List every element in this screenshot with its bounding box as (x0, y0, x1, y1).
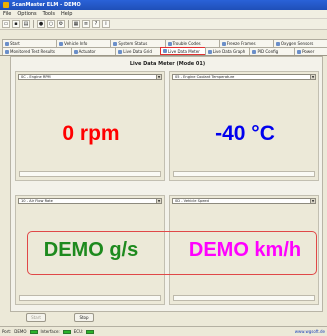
tab-row-2: Monitored Test Results Actuator Live Dat… (0, 47, 327, 56)
graph-icon (207, 49, 212, 54)
menu-bar: File Options Tools Help (0, 10, 327, 19)
open-icon[interactable]: ▭ (2, 20, 10, 28)
pid-select[interactable]: 05 - Engine Coolant Temperature ▼ (172, 74, 316, 80)
menu-file[interactable]: File (3, 11, 11, 17)
tab-pid-config[interactable]: PID Config (249, 47, 296, 55)
app-icon (3, 2, 9, 8)
tab-label: Power (302, 49, 315, 54)
tab-live-data-grid[interactable]: Live Data Grid (115, 47, 161, 55)
chevron-down-icon[interactable]: ▼ (156, 199, 161, 203)
stop-button[interactable]: Stop (74, 313, 94, 322)
settings-icon[interactable]: ⚙ (57, 20, 65, 28)
port-value: DEMO (14, 329, 27, 334)
toolbar: ▭ ▪ ▤ ● ○ ⚙ ▦ ≡ ? i (0, 19, 327, 30)
tab-label: Actuator (78, 49, 96, 54)
pid-icon (252, 49, 257, 54)
tab-label: Live Data Graph (212, 49, 246, 54)
menu-help[interactable]: Help (61, 11, 72, 17)
tab-label: Live Data Grid (123, 49, 152, 54)
info-icon[interactable]: i (102, 20, 110, 28)
tab-label: Oxygen Sensors (280, 41, 314, 46)
tab-vehicle-info[interactable]: Vehicle Info (56, 39, 112, 47)
tab-live-data-graph[interactable]: Live Data Graph (204, 47, 251, 55)
pid-select-value: 0C - Engine RPM (21, 75, 51, 79)
meter-coolant-temp: 05 - Engine Coolant Temperature ▼ -40 °C (169, 71, 319, 181)
save-icon[interactable]: ▪ (12, 20, 20, 28)
connect-icon[interactable]: ● (37, 20, 45, 28)
pid-select-value: 0D - Vehicle Speed (175, 199, 209, 203)
log-icon[interactable]: ≡ (82, 20, 90, 28)
tab-label: System Status (118, 41, 148, 46)
pid-select[interactable]: 0C - Engine RPM ▼ (18, 74, 162, 80)
toolbar-separator (68, 20, 69, 28)
pid-select[interactable]: 0D - Vehicle Speed ▼ (172, 198, 316, 204)
chevron-down-icon[interactable]: ▼ (310, 199, 315, 203)
meter-value: -40 °C (215, 122, 275, 145)
pid-select-value: 10 - Air Flow Rate (21, 199, 53, 203)
interface-label: Interface: (40, 329, 60, 334)
tab-oxygen-sensors[interactable]: Oxygen Sensors (272, 39, 327, 47)
tab-trouble-codes[interactable]: Trouble Codes (164, 39, 220, 47)
print-icon[interactable]: ▤ (22, 20, 30, 28)
oxygen-icon (275, 41, 280, 46)
title-bar: ScanMaster ELM - DEMO (0, 0, 327, 10)
window-title: ScanMaster ELM - DEMO (12, 2, 81, 8)
tab-live-data-meter[interactable]: Live Data Meter (160, 47, 206, 55)
tab-freeze-frames[interactable]: Freeze Frames (218, 39, 274, 47)
tab-label: Freeze Frames (226, 41, 256, 46)
meter-icon (163, 49, 167, 53)
meter-bar (19, 295, 161, 301)
status-bar: Port: DEMO Interface: ECU: www.wgsoft.de (0, 326, 327, 336)
chart-icon[interactable]: ▦ (72, 20, 80, 28)
interface-led (62, 329, 71, 334)
dtc-icon (167, 41, 172, 46)
port-led (29, 329, 38, 334)
tab-label: Start (10, 41, 20, 46)
meter-bar (173, 171, 315, 177)
grid-icon (118, 49, 123, 54)
disconnect-icon[interactable]: ○ (47, 20, 55, 28)
port-label: Port: (2, 329, 12, 334)
website-link[interactable]: www.wgsoft.de (295, 329, 325, 334)
panel-title: Live Data Meter (Mode 01) (129, 61, 206, 67)
start-button[interactable]: Start (26, 313, 46, 322)
menu-options[interactable]: Options (17, 11, 36, 17)
ecu-led (86, 329, 95, 334)
meter-value: 0 rpm (62, 122, 120, 145)
tab-monitored-test-results[interactable]: Monitored Test Results (2, 47, 72, 55)
pid-select-value: 05 - Engine Coolant Temperature (175, 75, 235, 79)
highlight-box (27, 231, 317, 275)
pid-select[interactable]: 10 - Air Flow Rate ▼ (18, 198, 162, 204)
tab-label: Trouble Codes (172, 41, 201, 46)
ecu-label: ECU: (73, 329, 84, 334)
chevron-down-icon[interactable]: ▼ (310, 75, 315, 79)
meter-bar (19, 171, 161, 177)
meter-bar (173, 295, 315, 301)
toolbar-separator (33, 20, 34, 28)
monitor-icon (5, 49, 9, 54)
start-icon (5, 41, 9, 46)
tab-label: PID Config (257, 49, 279, 54)
menu-tools[interactable]: Tools (43, 11, 55, 17)
tab-power[interactable]: Power (294, 47, 327, 55)
tab-label: Monitored Test Results (10, 49, 55, 54)
tab-label: Vehicle Info (64, 41, 88, 46)
tab-row-1: Start Vehicle Info System Status Trouble… (0, 39, 327, 47)
vehicle-icon (59, 41, 64, 46)
tab-system-status[interactable]: System Status (110, 39, 166, 47)
actuator-icon (73, 49, 78, 54)
tab-actuator[interactable]: Actuator (70, 47, 117, 55)
meter-engine-rpm: 0C - Engine RPM ▼ 0 rpm (15, 71, 165, 181)
help-icon[interactable]: ? (92, 20, 100, 28)
status-icon (113, 41, 118, 46)
tab-label: Live Data Meter (168, 48, 200, 54)
power-icon (297, 49, 302, 54)
tab-start[interactable]: Start (2, 39, 58, 47)
freeze-icon (221, 41, 226, 46)
chevron-down-icon[interactable]: ▼ (156, 75, 161, 79)
